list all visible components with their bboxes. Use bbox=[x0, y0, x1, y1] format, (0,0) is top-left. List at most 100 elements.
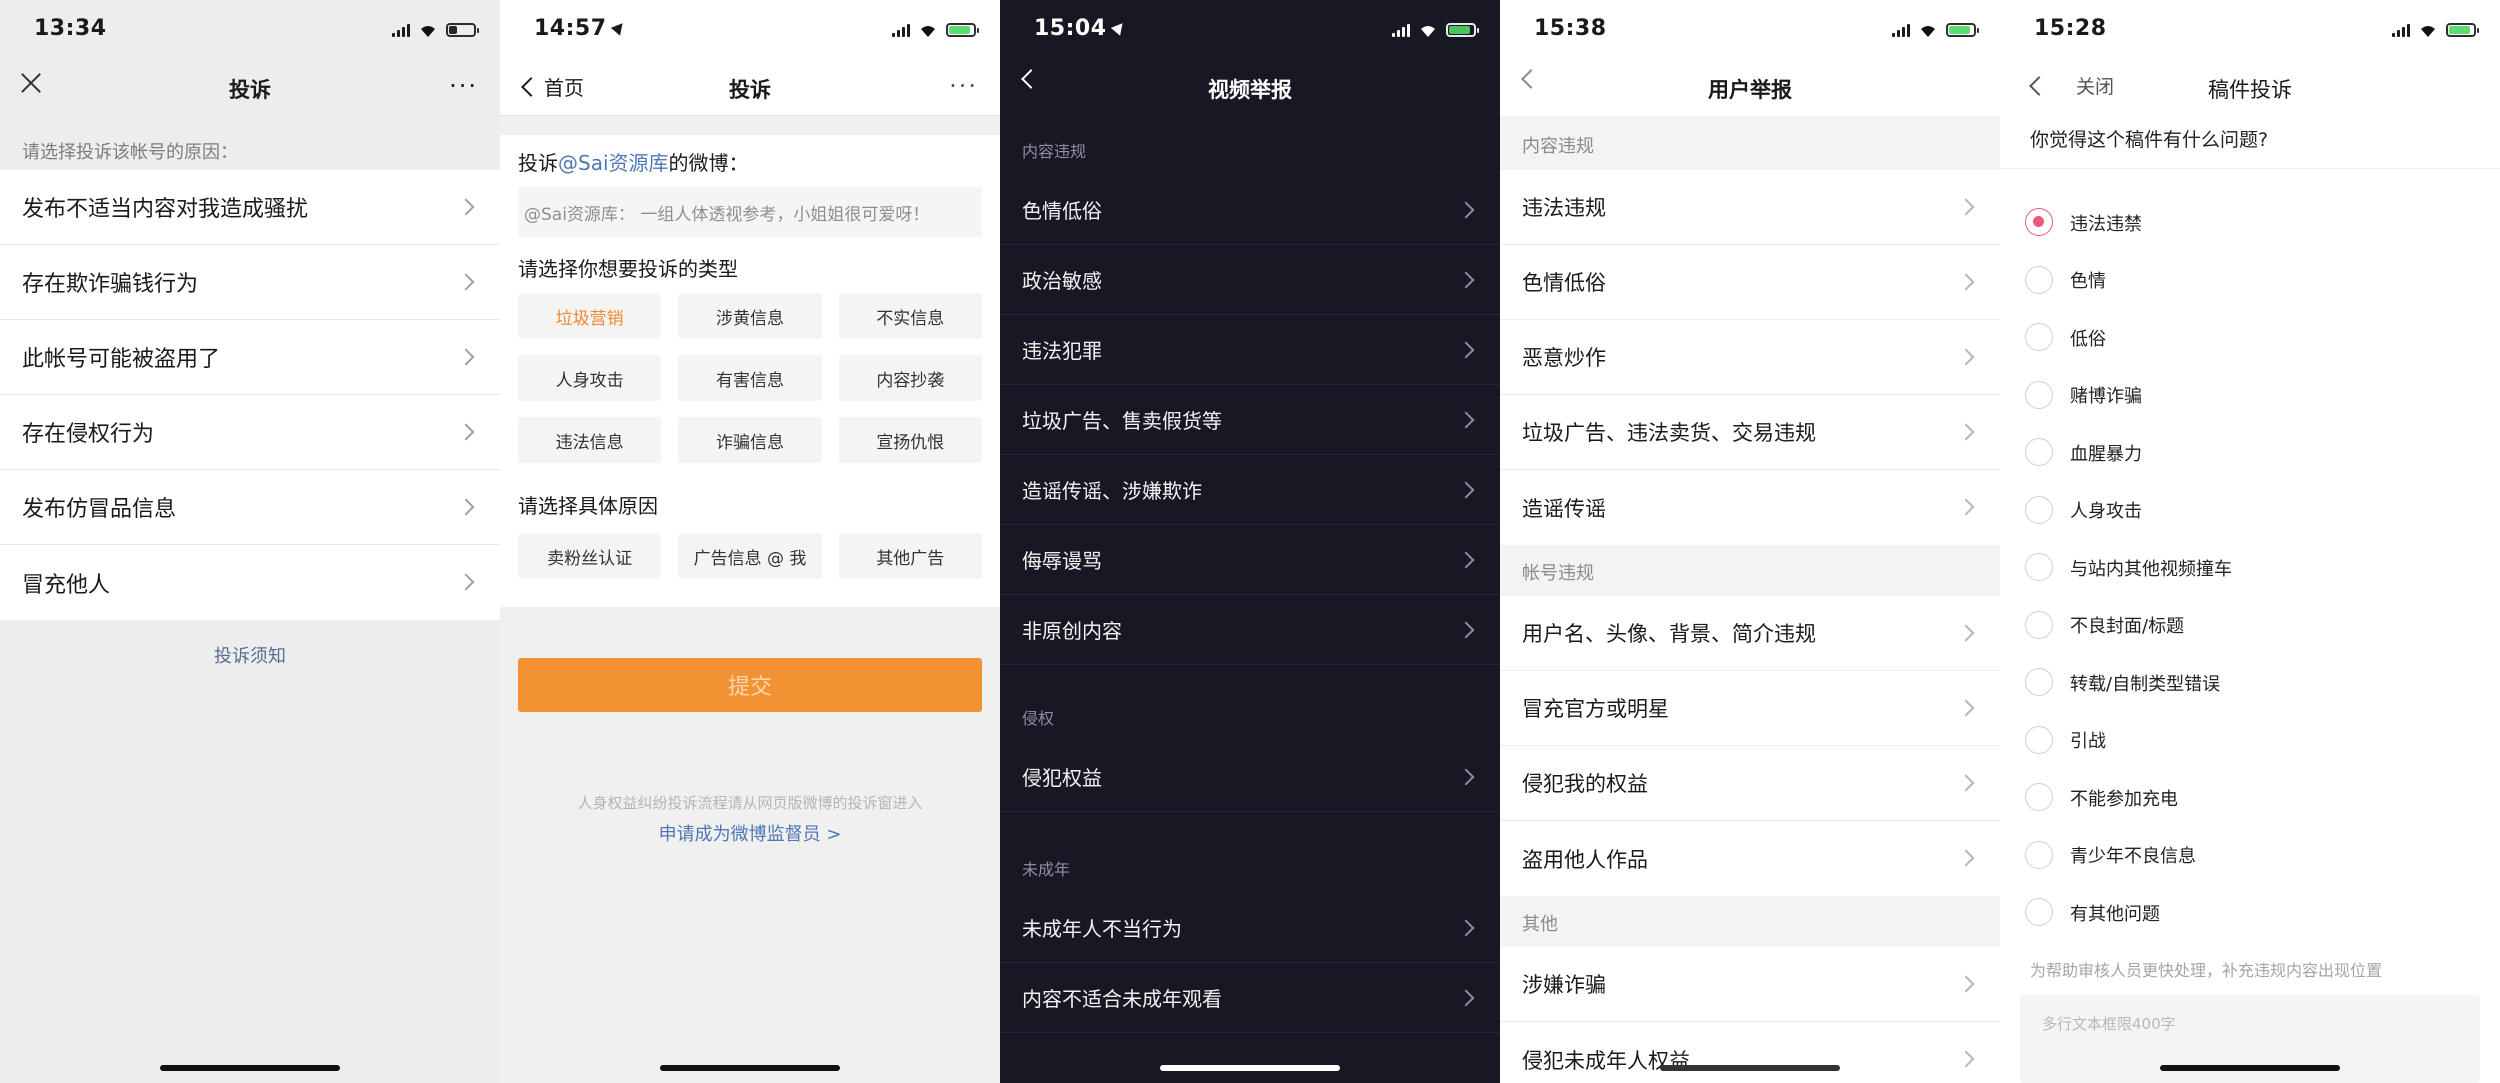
option-label: 引战 bbox=[2070, 731, 2106, 753]
report-item[interactable]: 造谣传谣、涉嫌欺诈 bbox=[1000, 455, 1500, 525]
more-button[interactable]: ··· bbox=[449, 72, 478, 100]
problem-option[interactable]: 低俗 bbox=[2000, 309, 2500, 367]
report-item[interactable]: 垃圾广告、售卖假货等 bbox=[1000, 385, 1500, 455]
problem-option[interactable]: 与站内其他视频撞车 bbox=[2000, 539, 2500, 597]
reason-item[interactable]: 发布仿冒品信息 bbox=[0, 470, 500, 545]
type-chip[interactable]: 违法信息 bbox=[518, 417, 662, 463]
page-title: 投诉 bbox=[729, 78, 771, 102]
type-chip-grid: 垃圾营销 涉黄信息 不实信息 人身攻击 有害信息 内容抄袭 违法信息 诈骗信息 … bbox=[518, 293, 982, 463]
report-label: 涉嫌诈骗 bbox=[1522, 973, 1606, 997]
cellular-signal-icon bbox=[1392, 23, 1410, 37]
status-bar: 15:04 bbox=[1000, 0, 1500, 60]
cellular-signal-icon bbox=[392, 23, 410, 37]
status-icons bbox=[1392, 20, 1479, 40]
report-item[interactable]: 用户名、头像、背景、简介违规 bbox=[1500, 596, 2000, 671]
problem-option[interactable]: 赌博诈骗 bbox=[2000, 367, 2500, 425]
report-item[interactable]: 冒充官方或明星 bbox=[1500, 671, 2000, 746]
type-chip[interactable]: 有害信息 bbox=[678, 355, 822, 401]
report-label: 政治敏感 bbox=[1022, 269, 1102, 293]
complaint-notice-link[interactable]: 投诉须知 bbox=[0, 642, 500, 668]
problem-option[interactable]: 人身攻击 bbox=[2000, 482, 2500, 540]
screen-user-report: 15:38 用户举报 内容违规 违法违规 色情低俗 恶意炒作 垃圾广告、违法卖货… bbox=[1500, 0, 2000, 1083]
report-group: 违法违规 色情低俗 恶意炒作 垃圾广告、违法卖货、交易违规 造谣传谣 bbox=[1500, 170, 2000, 545]
report-item[interactable]: 色情低俗 bbox=[1000, 175, 1500, 245]
target-suffix: 的微博： bbox=[668, 151, 749, 175]
radio-icon bbox=[2025, 323, 2053, 351]
battery-charging-icon bbox=[2446, 23, 2479, 37]
type-chip[interactable]: 内容抄袭 bbox=[838, 355, 982, 401]
battery-level bbox=[2449, 26, 2470, 34]
option-label: 与站内其他视频撞车 bbox=[2070, 558, 2232, 580]
more-button[interactable]: ··· bbox=[949, 72, 978, 100]
type-chip[interactable]: 不实信息 bbox=[838, 293, 982, 339]
reason-item[interactable]: 冒充他人 bbox=[0, 545, 500, 620]
submit-button[interactable]: 提交 bbox=[518, 658, 982, 712]
reason-item[interactable]: 发布不适当内容对我造成骚扰 bbox=[0, 170, 500, 245]
more-icon: ··· bbox=[949, 72, 978, 100]
problem-option[interactable]: 青少年不良信息 bbox=[2000, 827, 2500, 885]
report-item[interactable]: 违法犯罪 bbox=[1000, 315, 1500, 385]
type-chip[interactable]: 诈骗信息 bbox=[678, 417, 822, 463]
report-item[interactable]: 内容不适合未成年观看 bbox=[1000, 963, 1500, 1033]
chevron-right-icon bbox=[1457, 551, 1475, 569]
report-item[interactable]: 侵犯未成年人权益 bbox=[1500, 1022, 2000, 1083]
report-item[interactable]: 未成年人不当行为 bbox=[1000, 893, 1500, 963]
type-chip[interactable]: 垃圾营销 bbox=[518, 293, 662, 339]
chevron-right-icon bbox=[1457, 201, 1475, 219]
reason-heading: 请选择具体原因 bbox=[518, 494, 658, 518]
problem-options: 违法违禁 色情 低俗 赌博诈骗 血腥暴力 人身攻击 与站内其他视频撞车 不良封面… bbox=[2000, 194, 2500, 942]
wifi-icon bbox=[1921, 26, 1935, 37]
problem-option[interactable]: 违法违禁 bbox=[2000, 194, 2500, 252]
problem-option[interactable]: 有其他问题 bbox=[2000, 884, 2500, 942]
location-arrow-icon bbox=[610, 19, 627, 36]
screen-weibo-complaint: 14:57 首页 投诉 ··· 投诉@Sai资源库的微博： @Sai资源库： 一… bbox=[500, 0, 1000, 1083]
battery-charging-icon bbox=[1446, 23, 1479, 37]
report-item[interactable]: 政治敏感 bbox=[1000, 245, 1500, 315]
problem-option[interactable]: 引战 bbox=[2000, 712, 2500, 770]
status-bar: 13:34 bbox=[0, 0, 500, 60]
reason-item[interactable]: 此帐号可能被盗用了 bbox=[0, 320, 500, 395]
chevron-right-icon bbox=[1957, 273, 1975, 291]
user-mention-link[interactable]: @Sai资源库 bbox=[558, 151, 669, 175]
page-title: 视频举报 bbox=[1208, 78, 1292, 102]
reason-item[interactable]: 存在欺诈骗钱行为 bbox=[0, 245, 500, 320]
report-item[interactable]: 色情低俗 bbox=[1500, 245, 2000, 320]
type-chip[interactable]: 涉黄信息 bbox=[678, 293, 822, 339]
option-label: 色情 bbox=[2070, 271, 2106, 293]
nav-bar: 用户举报 bbox=[1500, 60, 2000, 116]
option-label: 青少年不良信息 bbox=[2070, 846, 2196, 868]
status-time: 14:57 bbox=[534, 16, 627, 41]
status-time: 15:38 bbox=[1534, 16, 1607, 41]
reason-label: 发布仿冒品信息 bbox=[22, 497, 177, 522]
report-item[interactable]: 侵犯权益 bbox=[1000, 742, 1500, 812]
reason-label: 冒充他人 bbox=[22, 572, 111, 598]
chevron-right-icon bbox=[1957, 699, 1975, 717]
chevron-right-icon bbox=[457, 198, 475, 216]
reason-label: 此帐号可能被盗用了 bbox=[22, 347, 221, 372]
report-item[interactable]: 盗用他人作品 bbox=[1500, 821, 2000, 896]
report-item[interactable]: 侵犯我的权益 bbox=[1500, 746, 2000, 821]
report-item[interactable]: 造谣传谣 bbox=[1500, 470, 2000, 545]
chevron-right-icon bbox=[457, 348, 475, 366]
type-chip[interactable]: 宣扬仇恨 bbox=[838, 417, 982, 463]
reason-chip[interactable]: 其他广告 bbox=[838, 533, 982, 579]
problem-option[interactable]: 色情 bbox=[2000, 252, 2500, 310]
report-item[interactable]: 违法违规 bbox=[1500, 170, 2000, 245]
problem-option[interactable]: 不良封面/标题 bbox=[2000, 597, 2500, 655]
report-item[interactable]: 垃圾广告、违法卖货、交易违规 bbox=[1500, 395, 2000, 470]
problem-option[interactable]: 转载/自制类型错误 bbox=[2000, 654, 2500, 712]
problem-option[interactable]: 不能参加充电 bbox=[2000, 769, 2500, 827]
report-item[interactable]: 侮辱谩骂 bbox=[1000, 525, 1500, 595]
report-label: 内容不适合未成年观看 bbox=[1022, 987, 1222, 1011]
problem-option[interactable]: 血腥暴力 bbox=[2000, 424, 2500, 482]
status-icons bbox=[892, 20, 979, 40]
report-item[interactable]: 非原创内容 bbox=[1000, 595, 1500, 665]
screens-collage: 13:34 投诉 ··· 请选择投诉该帐号的原因： 发布不适当内容对我造成骚扰 … bbox=[0, 0, 2500, 1083]
apply-supervisor-link[interactable]: 申请成为微博监督员 > bbox=[500, 820, 1000, 846]
type-chip[interactable]: 人身攻击 bbox=[518, 355, 662, 401]
reason-item[interactable]: 存在侵权行为 bbox=[0, 395, 500, 470]
report-item[interactable]: 涉嫌诈骗 bbox=[1500, 947, 2000, 1022]
reason-chip[interactable]: 广告信息 @ 我 bbox=[678, 533, 822, 579]
report-item[interactable]: 恶意炒作 bbox=[1500, 320, 2000, 395]
reason-chip[interactable]: 卖粉丝认证 bbox=[518, 533, 662, 579]
